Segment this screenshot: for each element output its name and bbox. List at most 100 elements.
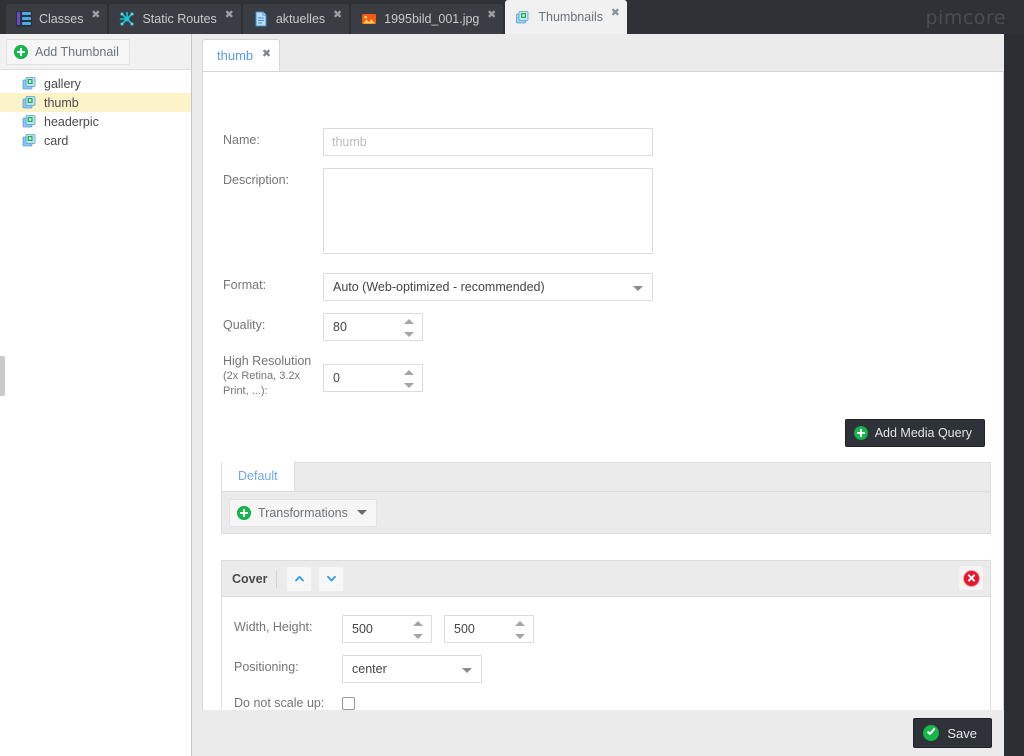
close-icon[interactable]: ✖ bbox=[225, 9, 234, 20]
high-resolution-label-line3: Print, ...): bbox=[223, 385, 268, 397]
editor-area: thumb ✖ Name: Description: Format: Auto … bbox=[192, 34, 1014, 756]
field-row-do-not-scale-up: Do not scale up: bbox=[234, 696, 990, 710]
cover-panel-header: Cover bbox=[222, 561, 990, 597]
routes-icon bbox=[119, 11, 135, 27]
height-value: 500 bbox=[454, 622, 475, 636]
document-icon bbox=[253, 11, 269, 27]
thumbnail-config-form: Name: Description: Format: Auto (Web-opt… bbox=[202, 72, 1004, 744]
high-resolution-label-line1: High Resolution bbox=[223, 354, 312, 368]
tab-label: Static Routes bbox=[142, 11, 217, 26]
do-not-scale-up-checkbox[interactable] bbox=[342, 696, 355, 710]
width-value: 500 bbox=[352, 622, 373, 636]
format-value: Auto (Web-optimized - recommended) bbox=[333, 280, 545, 294]
tab-label: Classes bbox=[39, 11, 84, 26]
browser-tab-bar: Classes ✖ Static Routes ✖ aktuelles ✖ 19… bbox=[0, 0, 1024, 34]
chevron-up-icon bbox=[295, 575, 304, 582]
tree-item-label: thumb bbox=[44, 95, 79, 110]
classes-icon bbox=[16, 11, 32, 27]
chevron-down-icon bbox=[327, 575, 336, 582]
chevron-down-icon bbox=[356, 510, 367, 515]
close-icon[interactable]: ✖ bbox=[611, 7, 620, 18]
quality-value: 80 bbox=[333, 320, 347, 334]
thumbnail-item-icon bbox=[22, 76, 38, 91]
tree-item-thumb[interactable]: thumb bbox=[0, 93, 191, 112]
delete-transformation-button[interactable] bbox=[958, 565, 984, 591]
transformations-label: Transformations bbox=[258, 505, 348, 520]
editor-tab-strip: thumb ✖ bbox=[202, 39, 1004, 72]
tab-thumbnails[interactable]: Thumbnails ✖ bbox=[505, 0, 628, 34]
tab-label: aktuelles bbox=[275, 11, 326, 26]
field-row-high-resolution: High Resolution (2x Retina, 3.2x Print, … bbox=[223, 353, 423, 399]
app-shell: Add Thumbnail gallery thumb headerpic ca… bbox=[0, 34, 1024, 756]
plus-circle-icon bbox=[237, 505, 251, 520]
description-label: Description: bbox=[223, 173, 289, 187]
do-not-scale-up-label: Do not scale up: bbox=[234, 696, 325, 710]
field-row-positioning: Positioning: center bbox=[234, 655, 990, 683]
tree-item-gallery[interactable]: gallery bbox=[0, 74, 191, 93]
positioning-label: Positioning: bbox=[234, 660, 299, 674]
close-icon[interactable]: ✖ bbox=[91, 9, 100, 20]
positioning-select[interactable]: center bbox=[342, 655, 482, 683]
high-resolution-label: High Resolution (2x Retina, 3.2x Print, … bbox=[223, 353, 323, 399]
chevron-down-icon bbox=[462, 668, 472, 673]
name-label: Name: bbox=[223, 133, 260, 147]
tree-item-label: card bbox=[44, 133, 69, 148]
chevron-down-icon bbox=[633, 286, 643, 291]
close-icon[interactable]: ✖ bbox=[262, 48, 271, 59]
thumbnails-icon bbox=[515, 9, 531, 25]
height-spinner[interactable]: 500 bbox=[444, 615, 534, 643]
plus-circle-icon bbox=[14, 44, 28, 59]
add-thumbnail-label: Add Thumbnail bbox=[35, 44, 119, 59]
tree-item-label: headerpic bbox=[44, 114, 99, 129]
divider bbox=[276, 569, 278, 588]
add-media-query-button[interactable]: Add Media Query bbox=[844, 419, 985, 447]
tree-toolbar: Add Thumbnail bbox=[0, 34, 191, 70]
quality-label: Quality: bbox=[223, 318, 266, 332]
editor-footer-toolbar: Save bbox=[202, 710, 1004, 756]
plus-circle-icon bbox=[853, 426, 868, 440]
name-input[interactable] bbox=[323, 128, 653, 156]
thumbnails-tree-panel: Add Thumbnail gallery thumb headerpic ca… bbox=[0, 34, 192, 756]
save-label: Save bbox=[947, 725, 977, 741]
field-row-quality: Quality: 80 bbox=[223, 313, 423, 341]
tab-static-routes[interactable]: Static Routes ✖ bbox=[109, 4, 241, 34]
editor-tab-thumb[interactable]: thumb ✖ bbox=[202, 39, 281, 71]
pimcore-logo: pimcore bbox=[925, 7, 1006, 29]
thumbnail-item-icon bbox=[22, 114, 38, 129]
spinner-arrows-icon[interactable] bbox=[413, 619, 424, 641]
cover-panel-title: Cover bbox=[232, 571, 268, 586]
thumbnail-item-icon bbox=[22, 95, 38, 110]
width-spinner[interactable]: 500 bbox=[342, 615, 432, 643]
save-button[interactable]: Save bbox=[913, 718, 992, 748]
high-resolution-spinner[interactable]: 0 bbox=[323, 364, 423, 392]
add-thumbnail-button[interactable]: Add Thumbnail bbox=[6, 38, 130, 65]
move-down-button[interactable] bbox=[318, 565, 345, 592]
positioning-value: center bbox=[352, 662, 387, 676]
spinner-arrows-icon[interactable] bbox=[404, 317, 415, 339]
spinner-arrows-icon[interactable] bbox=[404, 368, 415, 390]
move-up-button[interactable] bbox=[286, 565, 313, 592]
tab-aktuelles[interactable]: aktuelles ✖ bbox=[242, 4, 350, 34]
tab-classes[interactable]: Classes ✖ bbox=[6, 4, 108, 34]
description-textarea[interactable] bbox=[323, 168, 653, 254]
tree-item-headerpic[interactable]: headerpic bbox=[0, 112, 191, 131]
add-media-query-wrapper: Add Media Query bbox=[844, 419, 985, 447]
tree-item-card[interactable]: card bbox=[0, 131, 191, 150]
quality-spinner[interactable]: 80 bbox=[323, 313, 423, 341]
media-query-tab-default[interactable]: Default bbox=[222, 461, 295, 491]
delete-circle-icon bbox=[963, 570, 979, 586]
field-row-format: Format: Auto (Web-optimized - recommende… bbox=[223, 273, 653, 301]
close-icon[interactable]: ✖ bbox=[487, 9, 496, 20]
media-query-tab-strip: Default bbox=[221, 461, 991, 492]
format-select[interactable]: Auto (Web-optimized - recommended) bbox=[323, 273, 653, 301]
close-icon[interactable]: ✖ bbox=[333, 9, 342, 20]
thumbnail-tree: gallery thumb headerpic card bbox=[0, 70, 191, 150]
panel-collapse-handle[interactable] bbox=[0, 356, 5, 396]
tab-label: Thumbnails bbox=[538, 9, 604, 24]
image-icon bbox=[361, 11, 377, 27]
transformations-button[interactable]: Transformations bbox=[229, 498, 377, 527]
tab-image-file[interactable]: 1995bild_001.jpg ✖ bbox=[351, 4, 504, 34]
field-row-width-height: Width, Height: 500 500 bbox=[234, 615, 990, 643]
spinner-arrows-icon[interactable] bbox=[515, 619, 526, 641]
thumbnail-item-icon bbox=[22, 133, 38, 148]
